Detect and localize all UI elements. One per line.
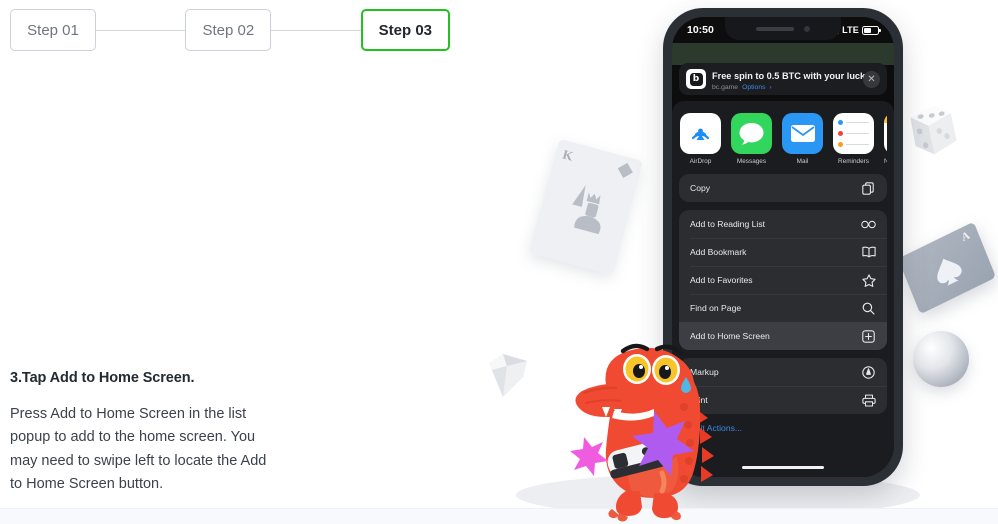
- step-label: Step 03: [378, 21, 433, 39]
- share-action-add-bookmark[interactable]: Add Bookmark: [679, 238, 887, 266]
- instruction-title: 3.Tap Add to Home Screen.: [10, 370, 195, 386]
- promo-subtitle-row: bc.game Options ›: [712, 84, 857, 92]
- instruction-body: Press Add to Home Screen in the list pop…: [10, 406, 267, 493]
- instruction-block: 3.Tap Add to Home Screen. Press Add to H…: [10, 370, 278, 497]
- action-label: Find on Page: [690, 303, 742, 313]
- messages-icon: [731, 113, 772, 154]
- page-bottom-band: [0, 508, 998, 524]
- share-app-label: Reminders: [838, 158, 869, 165]
- logo-letter: b: [689, 72, 703, 86]
- step-progress-bar: Step 01 Step 02 Step 03: [10, 9, 451, 51]
- action-label: Add to Favorites: [690, 275, 753, 285]
- share-app-airdrop[interactable]: AirDrop: [680, 113, 721, 165]
- airdrop-icon: [680, 113, 721, 154]
- star-icon: [861, 273, 876, 288]
- front-camera-icon: [804, 25, 810, 32]
- share-app-label: Notes: [884, 158, 887, 165]
- promo-title: Free spin to 0.5 BTC with your luck: [712, 70, 866, 81]
- markup-pen-circle-icon: [861, 365, 876, 380]
- promo-domain: bc.game: [712, 83, 739, 91]
- share-action-add-to-reading-list[interactable]: Add to Reading List: [679, 210, 887, 238]
- promo-text-block: Free spin to 0.5 BTC with your luck bc.g…: [712, 66, 865, 92]
- share-app-mail[interactable]: Mail: [782, 113, 823, 165]
- notes-icon: [884, 113, 887, 154]
- share-app-label: Mail: [796, 158, 809, 165]
- page-root: Step 01 Step 02 Step 03 3.Tap Add to Hom…: [0, 0, 998, 524]
- printer-icon: [861, 393, 876, 408]
- earpiece-speaker: [756, 26, 794, 31]
- step-connector-1: [96, 29, 186, 31]
- bookmark-book-icon: [861, 245, 876, 260]
- share-app-notes[interactable]: Notes: [884, 113, 887, 165]
- close-icon[interactable]: ✕: [863, 70, 880, 88]
- share-action-find-on-page[interactable]: Find on Page: [679, 294, 887, 322]
- share-action-copy[interactable]: Copy: [679, 174, 887, 202]
- reminders-icon: [833, 113, 874, 154]
- spade-suit-icon: [937, 258, 962, 286]
- card-rank-label: A: [959, 229, 972, 245]
- action-label: Add to Reading List: [690, 219, 766, 229]
- gem-icon: [483, 349, 533, 401]
- search-icon: [861, 301, 876, 316]
- status-time: 10:50: [687, 24, 714, 36]
- playing-card-ace-of-spades: A: [897, 221, 997, 315]
- step-item-03[interactable]: Step 03: [360, 9, 451, 51]
- share-app-messages[interactable]: Messages: [731, 113, 772, 165]
- chevron-right-icon: ›: [769, 83, 772, 91]
- step-connector-2: [271, 29, 361, 31]
- copy-icon: [861, 181, 876, 196]
- share-app-reminders[interactable]: Reminders: [833, 113, 874, 165]
- step-item-02[interactable]: Step 02: [185, 9, 272, 51]
- reading-list-glasses-icon: [861, 217, 876, 232]
- step-item-01[interactable]: Step 01: [10, 9, 96, 51]
- action-label: Add Bookmark: [690, 247, 747, 257]
- playing-card-king-of-diamonds: K: [529, 138, 643, 276]
- share-action-group-1: Copy: [679, 174, 887, 202]
- promo-options-link[interactable]: Options: [742, 84, 765, 92]
- king-figure-icon: [572, 185, 601, 235]
- sphere-ball: [913, 331, 969, 387]
- network-label: LTE: [842, 25, 859, 35]
- battery-icon: [862, 25, 881, 35]
- dice-icon: [901, 100, 963, 162]
- add-to-home-screen-icon: [861, 329, 876, 344]
- card-rank-label: K: [561, 146, 575, 164]
- diamond-suit-icon: [617, 162, 633, 178]
- share-app-row: AirDrop Messages Mail Reminders N: [679, 110, 887, 174]
- home-indicator[interactable]: [742, 465, 824, 469]
- mail-icon: [782, 113, 823, 154]
- phone-notch: [725, 17, 841, 40]
- share-action-add-to-favorites[interactable]: Add to Favorites: [679, 266, 887, 294]
- share-app-label: AirDrop: [689, 158, 712, 165]
- share-action-group-2: Add to Reading List Add Bookmark Add to …: [679, 210, 887, 350]
- step-label: Step 02: [202, 21, 255, 39]
- step-label: Step 01: [27, 21, 79, 39]
- bc-game-logo-icon: b: [686, 69, 706, 89]
- promo-banner[interactable]: b Free spin to 0.5 BTC with your luck bc…: [679, 63, 887, 95]
- share-app-label: Messages: [736, 158, 767, 165]
- dinosaur-mascot: [562, 333, 732, 524]
- action-label: Copy: [690, 183, 711, 193]
- background-page-peek: [672, 43, 894, 65]
